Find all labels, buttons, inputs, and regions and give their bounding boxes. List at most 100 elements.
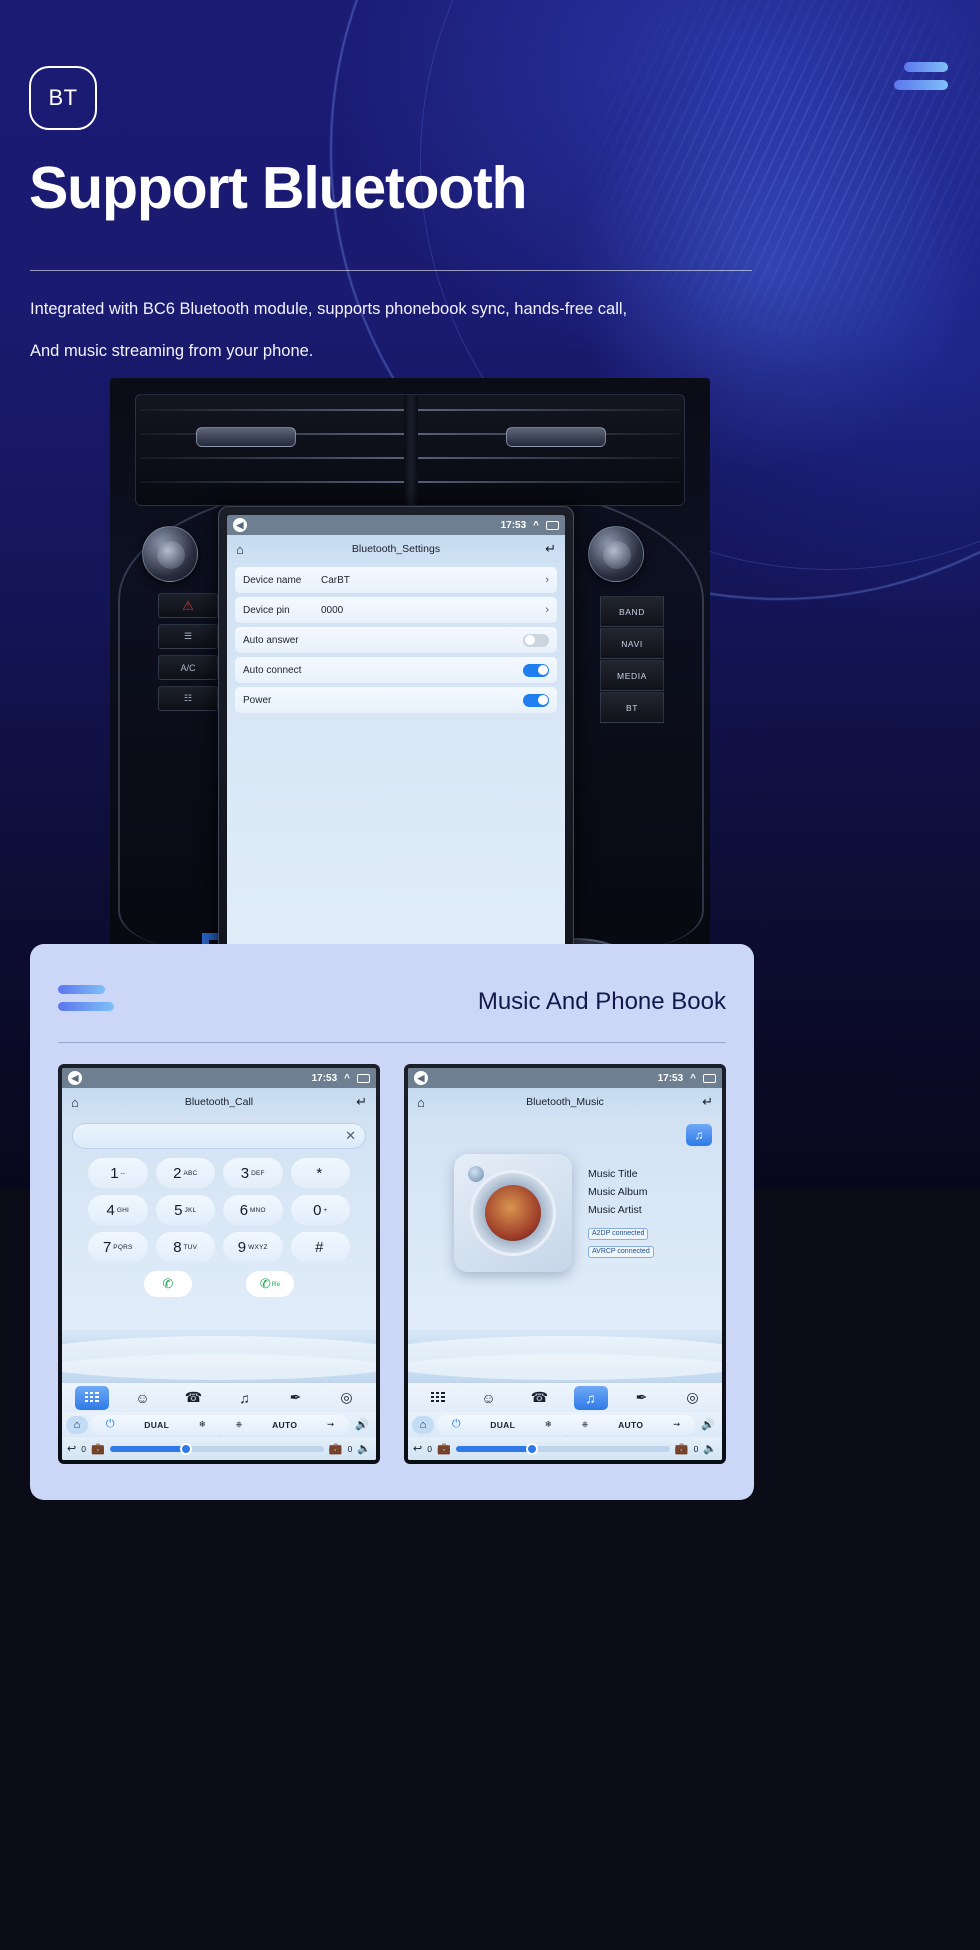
hazard-button[interactable]: ⚠ bbox=[158, 593, 218, 618]
ac-button[interactable]: A/C bbox=[158, 655, 218, 680]
dial-number-input[interactable]: ✕ bbox=[72, 1123, 366, 1149]
music-note-icon[interactable]: ♫ bbox=[573, 1385, 608, 1410]
dialpad-key[interactable]: 3 DEF bbox=[223, 1158, 283, 1188]
dialpad-key[interactable]: 1 -- bbox=[88, 1158, 148, 1188]
media-button[interactable]: MEDIA bbox=[600, 660, 664, 691]
settings-gear-icon[interactable]: ◎ bbox=[676, 1386, 710, 1410]
rear-defrost-icon[interactable]: ⎈ bbox=[582, 1419, 589, 1430]
chevron-up-icon[interactable]: ^ bbox=[690, 1073, 696, 1084]
contact-icon[interactable]: ☺ bbox=[126, 1386, 160, 1410]
app-title-bar: ⌂ Bluetooth_Music ↵ bbox=[408, 1088, 722, 1116]
seat-heat-right-icon[interactable]: 💼 bbox=[675, 1442, 689, 1455]
volume-down-icon[interactable]: 🔈 bbox=[357, 1442, 371, 1455]
settings-row-auto-connect[interactable]: Auto connect bbox=[235, 657, 557, 683]
front-defrost-button[interactable]: ☰ bbox=[158, 624, 218, 649]
home-icon[interactable]: ⌂ bbox=[71, 1095, 79, 1110]
settings-row-auto-answer[interactable]: Auto answer bbox=[235, 627, 557, 653]
airflow-icon[interactable]: ⇝ bbox=[327, 1419, 334, 1430]
fan-slider[interactable] bbox=[109, 1442, 324, 1455]
back-arrow-icon[interactable]: ↵ bbox=[356, 1094, 367, 1110]
fan-slider[interactable] bbox=[455, 1442, 670, 1455]
climate-controls: ⏻ DUAL ❄ ⎈ AUTO ⇝ 24°C bbox=[437, 1414, 695, 1441]
dialpad-key[interactable]: * bbox=[290, 1158, 350, 1188]
dialpad-key[interactable]: 0 + bbox=[290, 1195, 350, 1225]
volume-up-icon[interactable]: 🔊 bbox=[352, 1418, 372, 1431]
settings-row-device-pin[interactable]: Device pin 0000 › bbox=[235, 597, 557, 623]
seat-heat-right-icon[interactable]: 💼 bbox=[329, 1442, 343, 1455]
vent-divider bbox=[404, 395, 418, 505]
speaker-mute-icon[interactable]: ◀ bbox=[414, 1071, 428, 1085]
back-arrow-icon[interactable]: ↵ bbox=[702, 1094, 713, 1110]
home-icon[interactable]: ⌂ bbox=[417, 1095, 425, 1110]
dialpad: 1 -- 2 ABC 3 DEF * 4 GHI 5 JKL 6 MNO 0 + 7 PQRS … bbox=[88, 1158, 350, 1262]
status-time: 17:53 bbox=[657, 1072, 684, 1084]
seat-heat-left-icon[interactable]: 💼 bbox=[91, 1442, 105, 1455]
airflow-icon[interactable]: ⇝ bbox=[673, 1419, 680, 1430]
dialpad-key[interactable]: 9 WXYZ bbox=[223, 1232, 283, 1262]
dialpad-key[interactable]: 4 GHI bbox=[88, 1195, 148, 1225]
dialpad-key[interactable]: 5 JKL bbox=[155, 1195, 215, 1225]
dialpad-key[interactable]: 8 TUV bbox=[155, 1232, 215, 1262]
call-button[interactable]: ✆ bbox=[144, 1271, 192, 1297]
music-title: Music Title bbox=[588, 1168, 638, 1180]
volume-up-icon[interactable]: 🔊 bbox=[698, 1418, 718, 1431]
app-title: Bluetooth_Call bbox=[184, 1096, 254, 1108]
wallpaper-wave bbox=[408, 1330, 722, 1388]
home-icon[interactable]: ⌂ bbox=[66, 1415, 88, 1434]
power-icon[interactable]: ⏻ bbox=[106, 1418, 115, 1431]
settings-gear-icon[interactable]: ◎ bbox=[330, 1386, 364, 1410]
snowflake-icon[interactable]: ❄ bbox=[545, 1419, 552, 1430]
album-art bbox=[454, 1154, 572, 1272]
speaker-mute-icon[interactable]: ◀ bbox=[233, 518, 247, 532]
dialpad-key[interactable]: 7 PQRS bbox=[88, 1232, 148, 1262]
back-arrow-icon[interactable]: ↩ bbox=[413, 1442, 422, 1455]
power-toggle[interactable] bbox=[523, 693, 549, 707]
dialpad-key[interactable]: # bbox=[290, 1232, 350, 1262]
clear-icon[interactable]: ✕ bbox=[345, 1128, 356, 1144]
dialpad-key[interactable]: 6 MNO bbox=[223, 1195, 283, 1225]
back-arrow-icon[interactable]: ↵ bbox=[545, 541, 556, 557]
link-icon[interactable]: ✒ bbox=[625, 1386, 659, 1410]
power-icon[interactable]: ⏻ bbox=[452, 1418, 461, 1431]
music-note-icon[interactable]: ♫ bbox=[228, 1386, 262, 1410]
link-icon[interactable]: ✒ bbox=[279, 1386, 313, 1410]
music-album: Music Album bbox=[588, 1186, 648, 1198]
chevron-up-icon[interactable]: ^ bbox=[533, 520, 539, 531]
phone-icon[interactable]: ☎ bbox=[177, 1386, 211, 1410]
dual-label[interactable]: DUAL bbox=[144, 1420, 169, 1430]
chevron-up-icon[interactable]: ^ bbox=[344, 1073, 350, 1084]
settings-row-device-name[interactable]: Device name CarBT › bbox=[235, 567, 557, 593]
rear-defrost-button[interactable]: ☷ bbox=[158, 686, 218, 711]
sdcard-icon bbox=[546, 520, 559, 530]
dual-label[interactable]: DUAL bbox=[490, 1420, 515, 1430]
snowflake-icon[interactable]: ❄ bbox=[199, 1419, 206, 1430]
speaker-mute-icon[interactable]: ◀ bbox=[68, 1071, 82, 1085]
rear-defrost-icon[interactable]: ⎈ bbox=[236, 1419, 243, 1430]
settings-row-power[interactable]: Power bbox=[235, 687, 557, 713]
bt-button[interactable]: BT bbox=[600, 692, 664, 723]
hamburger-icon[interactable] bbox=[894, 58, 948, 98]
music-note-icon[interactable]: ♫ bbox=[686, 1124, 712, 1146]
navi-button[interactable]: NAVI bbox=[600, 628, 664, 659]
redial-button[interactable]: ✆ Re bbox=[246, 1271, 294, 1297]
seat-left-value: 0 bbox=[427, 1443, 432, 1454]
auto-label[interactable]: AUTO bbox=[272, 1420, 297, 1430]
seat-control-bar: ↩ 0 💼 💼 0 🔈 bbox=[62, 1437, 376, 1460]
band-button[interactable]: BAND bbox=[600, 596, 664, 627]
auto-connect-toggle[interactable] bbox=[523, 663, 549, 677]
sdcard-icon bbox=[357, 1073, 370, 1083]
app-dock: ☺ ☎ ♫ ✒ ◎ bbox=[62, 1382, 376, 1412]
back-arrow-icon[interactable]: ↩ bbox=[67, 1442, 76, 1455]
vent-knob-right bbox=[506, 427, 606, 447]
home-icon[interactable]: ⌂ bbox=[412, 1415, 434, 1434]
grid-icon[interactable] bbox=[421, 1386, 455, 1410]
auto-answer-toggle[interactable] bbox=[523, 633, 549, 647]
dialpad-key[interactable]: 2 ABC bbox=[155, 1158, 215, 1188]
auto-label[interactable]: AUTO bbox=[618, 1420, 643, 1430]
phone-icon[interactable]: ☎ bbox=[523, 1386, 557, 1410]
home-icon[interactable]: ⌂ bbox=[236, 542, 244, 557]
seat-heat-left-icon[interactable]: 💼 bbox=[437, 1442, 451, 1455]
contact-icon[interactable]: ☺ bbox=[472, 1386, 506, 1410]
volume-down-icon[interactable]: 🔈 bbox=[703, 1442, 717, 1455]
grid-icon[interactable] bbox=[74, 1385, 109, 1410]
